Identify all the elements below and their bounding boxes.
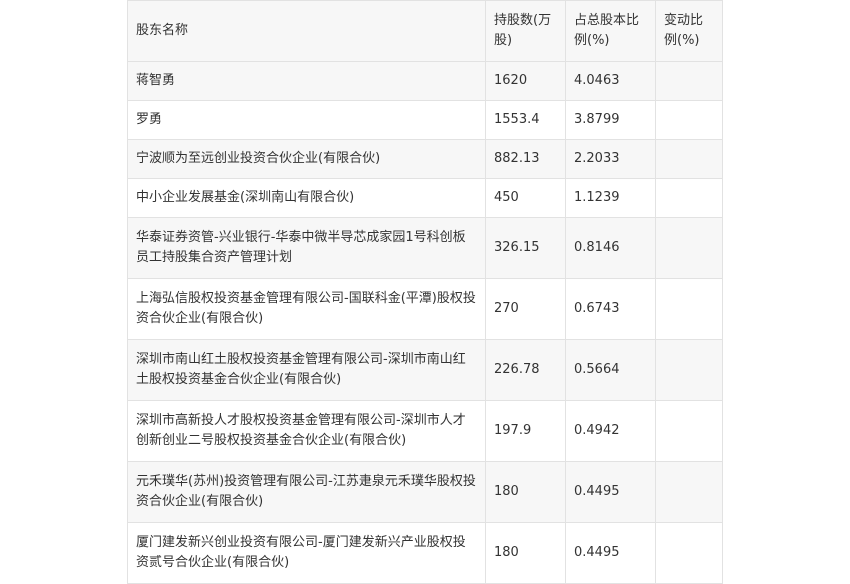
table-row: 元禾璞华(苏州)投资管理有限公司-江苏疌泉元禾璞华股权投资合伙企业(有限合伙) … (127, 461, 723, 523)
cell-name: 上海弘信股权投资基金管理有限公司-国联科金(平潭)股权投资合伙企业(有限合伙) (127, 278, 486, 340)
cell-name: 蒋智勇 (127, 61, 486, 101)
shareholder-table: 股东名称 持股数(万股) 占总股本比例(%) 变动比例(%) 蒋智勇 1620 … (127, 0, 723, 584)
cell-ratio: 4.0463 (565, 61, 656, 101)
cell-ratio: 3.8799 (565, 100, 656, 140)
table-row: 宁波顺为至远创业投资合伙企业(有限合伙) 882.13 2.2033 (127, 139, 723, 179)
cell-ratio: 0.8146 (565, 217, 656, 279)
table-row: 蒋智勇 1620 4.0463 (127, 61, 723, 101)
cell-ratio: 0.6743 (565, 278, 656, 340)
table-row: 罗勇 1553.4 3.8799 (127, 100, 723, 140)
cell-ratio: 0.5664 (565, 339, 656, 401)
cell-shares: 180 (485, 522, 566, 584)
cell-name: 厦门建发新兴创业投资有限公司-厦门建发新兴产业股权投资贰号合伙企业(有限合伙) (127, 522, 486, 584)
cell-name: 深圳市高新投人才股权投资基金管理有限公司-深圳市人才创新创业二号股权投资基金合伙… (127, 400, 486, 462)
cell-shares: 450 (485, 178, 566, 218)
cell-change (655, 339, 723, 401)
cell-change (655, 139, 723, 179)
cell-ratio: 0.4942 (565, 400, 656, 462)
table-row: 深圳市南山红土股权投资基金管理有限公司-深圳市南山红土股权投资基金合伙企业(有限… (127, 339, 723, 401)
cell-name: 宁波顺为至远创业投资合伙企业(有限合伙) (127, 139, 486, 179)
cell-ratio: 1.1239 (565, 178, 656, 218)
cell-ratio: 0.4495 (565, 522, 656, 584)
cell-name: 深圳市南山红土股权投资基金管理有限公司-深圳市南山红土股权投资基金合伙企业(有限… (127, 339, 486, 401)
cell-shares: 326.15 (485, 217, 566, 279)
cell-shares: 882.13 (485, 139, 566, 179)
header-change: 变动比例(%) (655, 0, 723, 62)
cell-change (655, 278, 723, 340)
table-row: 深圳市高新投人才股权投资基金管理有限公司-深圳市人才创新创业二号股权投资基金合伙… (127, 400, 723, 462)
cell-name: 中小企业发展基金(深圳南山有限合伙) (127, 178, 486, 218)
cell-change (655, 61, 723, 101)
cell-name: 元禾璞华(苏州)投资管理有限公司-江苏疌泉元禾璞华股权投资合伙企业(有限合伙) (127, 461, 486, 523)
header-shares: 持股数(万股) (485, 0, 566, 62)
header-shareholder-name: 股东名称 (127, 0, 486, 62)
cell-shares: 226.78 (485, 339, 566, 401)
cell-shares: 197.9 (485, 400, 566, 462)
table-header-row: 股东名称 持股数(万股) 占总股本比例(%) 变动比例(%) (127, 0, 723, 62)
table-row: 厦门建发新兴创业投资有限公司-厦门建发新兴产业股权投资贰号合伙企业(有限合伙) … (127, 522, 723, 584)
cell-change (655, 400, 723, 462)
cell-change (655, 522, 723, 584)
shareholder-table-container: 股东名称 持股数(万股) 占总股本比例(%) 变动比例(%) 蒋智勇 1620 … (127, 0, 723, 584)
cell-ratio: 2.2033 (565, 139, 656, 179)
cell-name: 罗勇 (127, 100, 486, 140)
cell-shares: 270 (485, 278, 566, 340)
cell-change (655, 461, 723, 523)
cell-shares: 180 (485, 461, 566, 523)
cell-ratio: 0.4495 (565, 461, 656, 523)
cell-name: 华泰证券资管-兴业银行-华泰中微半导芯成家园1号科创板员工持股集合资产管理计划 (127, 217, 486, 279)
cell-shares: 1553.4 (485, 100, 566, 140)
header-ratio: 占总股本比例(%) (565, 0, 656, 62)
cell-change (655, 100, 723, 140)
table-row: 中小企业发展基金(深圳南山有限合伙) 450 1.1239 (127, 178, 723, 218)
cell-change (655, 178, 723, 218)
table-row: 华泰证券资管-兴业银行-华泰中微半导芯成家园1号科创板员工持股集合资产管理计划 … (127, 217, 723, 279)
cell-change (655, 217, 723, 279)
table-row: 上海弘信股权投资基金管理有限公司-国联科金(平潭)股权投资合伙企业(有限合伙) … (127, 278, 723, 340)
cell-shares: 1620 (485, 61, 566, 101)
